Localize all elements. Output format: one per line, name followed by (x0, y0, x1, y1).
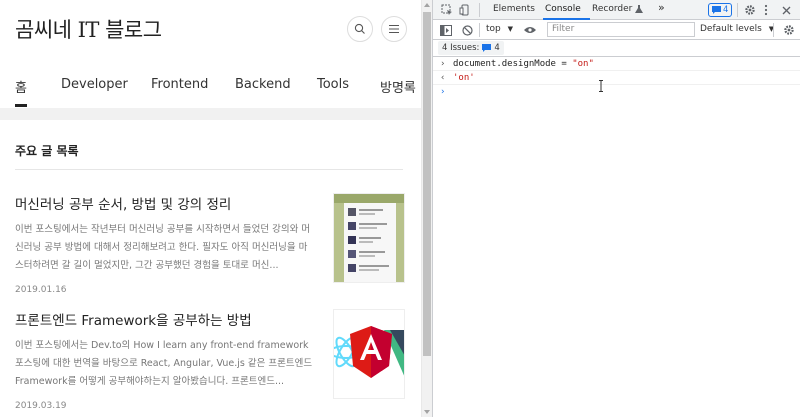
post-date: 2019.01.16 (15, 285, 67, 295)
more-options-button[interactable] (760, 3, 772, 17)
message-icon (712, 6, 721, 14)
inspect-element-button[interactable] (440, 3, 454, 17)
dropdown-arrow-icon: ▼ (507, 25, 514, 33)
post-item[interactable]: 머신러닝 공부 순서, 방법 및 강의 정리 이번 포스팅에서는 작년부터 머신… (15, 193, 405, 295)
sidebar-toggle-button[interactable] (439, 23, 453, 37)
close-devtools-button[interactable] (779, 3, 793, 17)
issues-button[interactable]: 4 Issues: 4 (438, 41, 504, 55)
scrollbar-thumb[interactable] (423, 12, 431, 356)
log-levels-value: Default levels (700, 24, 762, 34)
scroll-down-icon[interactable] (424, 410, 430, 414)
tab-elements[interactable]: Elements (493, 4, 535, 14)
post-excerpt: 이번 포스팅에서는 Dev.to의 How I learn any front-… (15, 340, 313, 387)
flask-icon (634, 4, 644, 15)
inspect-icon (441, 4, 452, 15)
toolbar-separator (479, 3, 480, 17)
active-prompt-icon: › (440, 87, 446, 97)
nav-item-home[interactable]: 홈 (15, 77, 27, 96)
block-icon (461, 24, 473, 36)
post-thumbnail[interactable] (333, 193, 405, 283)
console-prompt-line[interactable]: › (433, 85, 800, 99)
toolbar-separator (773, 23, 774, 37)
page-scrollbar[interactable] (421, 0, 432, 417)
eye-icon (524, 27, 536, 33)
issues-badge-count: 4 (723, 5, 729, 15)
device-icon (459, 4, 469, 16)
coursera-list-thumbnail (334, 194, 404, 282)
context-select[interactable]: top ▼ (486, 24, 513, 34)
input-prompt-icon: › (440, 59, 446, 69)
text-cursor-icon (599, 80, 603, 92)
section-title: 주요 글 목록 (15, 144, 79, 158)
console-command-string: "on" (572, 59, 594, 69)
filter-input[interactable]: Filter (547, 22, 695, 37)
close-icon (782, 6, 790, 14)
gear-icon (784, 25, 794, 35)
category-nav: 홈 Developer Frontend Backend Tools 방명록 (0, 70, 421, 108)
console-input-line: › document.designMode = "on" (433, 57, 800, 71)
kebab-menu-icon (764, 4, 768, 16)
issues-count: 4 (494, 43, 500, 53)
scroll-up-icon[interactable] (424, 3, 430, 7)
console-settings-button[interactable] (782, 23, 796, 37)
filter-placeholder: Filter (552, 24, 575, 34)
log-levels-select[interactable]: Default levels ▼ (700, 24, 774, 34)
nav-item-developer[interactable]: Developer (61, 77, 128, 92)
post-date: 2019.03.19 (15, 401, 67, 411)
nav-item-frontend[interactable]: Frontend (151, 77, 208, 92)
result-prompt-icon: ‹ (440, 73, 446, 83)
blog-page: 곰씨네 IT 블로그 홈 Developer Frontend Backend … (0, 0, 421, 417)
active-nav-indicator (15, 104, 27, 107)
menu-button[interactable] (381, 16, 407, 42)
clear-console-button[interactable] (460, 23, 474, 37)
device-toolbar-button[interactable] (458, 3, 472, 17)
console-output[interactable]: › document.designMode = "on" ‹ 'on' › (433, 57, 800, 99)
post-excerpt: 이번 포스팅에서는 작년부터 머신러닝 공부를 시작하면서 들었던 강의와 머신… (15, 224, 311, 271)
console-toolbar: top ▼ Filter Default levels ▼ (433, 20, 800, 40)
issues-label: 4 Issues: (442, 43, 480, 53)
section-underline (15, 169, 403, 170)
nav-item-tools[interactable]: Tools (317, 77, 349, 92)
live-expression-button[interactable] (523, 23, 537, 37)
post-item[interactable]: 프론트엔드 Framework을 공부하는 방법 이번 포스팅에서는 Dev.t… (15, 309, 405, 411)
blog-title[interactable]: 곰씨네 IT 블로그 (15, 14, 162, 44)
devtools-tabbar: Elements Console Recorder » 4 (433, 0, 800, 20)
context-value: top (486, 24, 501, 34)
hamburger-icon (389, 25, 399, 33)
issues-badge[interactable]: 4 (708, 3, 733, 17)
section-divider (0, 108, 421, 120)
search-icon (354, 23, 365, 34)
more-tabs-button[interactable]: » (658, 1, 665, 14)
post-thumbnail[interactable] (333, 309, 405, 399)
console-result-line: ‹ 'on' (433, 71, 800, 85)
tab-recorder[interactable]: Recorder (592, 4, 632, 14)
nav-item-backend[interactable]: Backend (235, 77, 291, 92)
nav-item-guestbook[interactable]: 방명록 (380, 77, 416, 96)
message-icon (482, 44, 492, 52)
search-button[interactable] (347, 16, 373, 42)
tab-console[interactable]: Console (545, 4, 581, 14)
console-result: 'on' (453, 73, 475, 83)
gear-icon (745, 5, 755, 15)
settings-button[interactable] (743, 3, 757, 17)
console-command: document.designMode = (453, 59, 573, 69)
toolbar-separator (479, 23, 480, 37)
devtools-panel: Elements Console Recorder » 4 top ▼ Filt… (432, 0, 800, 417)
sidebar-icon (440, 24, 452, 36)
framework-logos-thumbnail (334, 310, 404, 398)
issues-bar: 4 Issues: 4 (433, 40, 800, 57)
toolbar-separator (737, 3, 738, 17)
